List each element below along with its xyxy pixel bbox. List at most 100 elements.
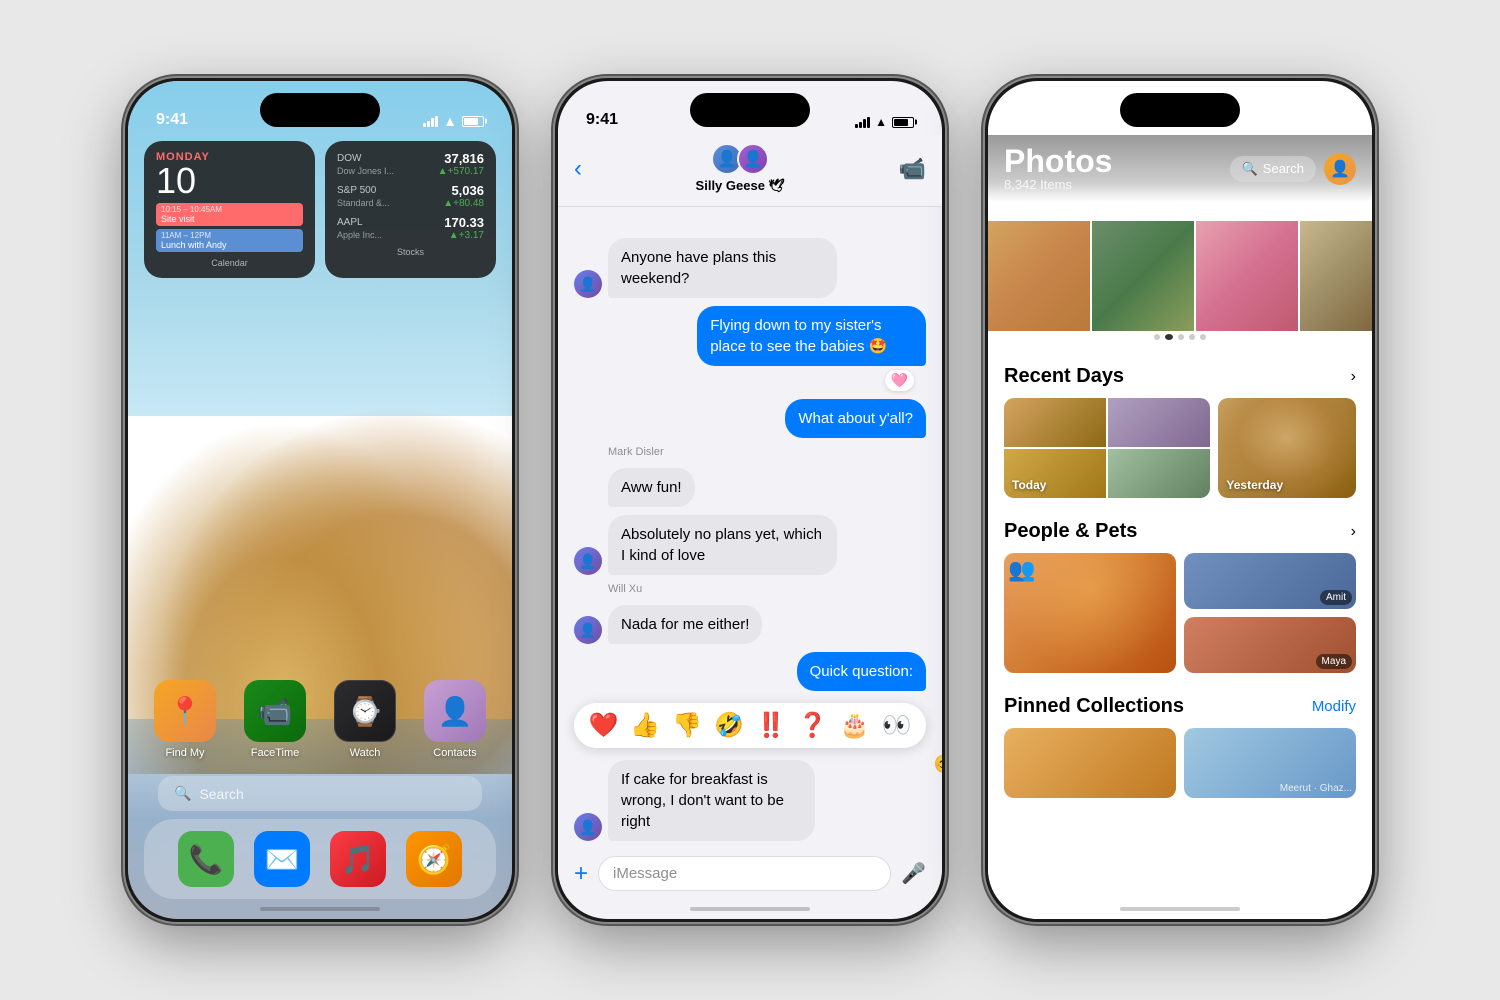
person-amit-card[interactable]: Amit (1184, 553, 1356, 609)
gallery-thumb-2 (1092, 221, 1194, 331)
mic-button[interactable]: 🎤 (901, 861, 926, 886)
add-button[interactable]: + (574, 860, 588, 888)
event2-time: 11AM – 12PM (161, 231, 298, 240)
bar2-2 (859, 122, 862, 128)
dow-name: DOW (337, 153, 361, 164)
profile-avatar[interactable]: 👤 (1324, 153, 1356, 185)
find-my-icon: 📍 (154, 680, 216, 742)
stocks-widget[interactable]: DOW 37,816 Dow Jones I... ▲+570.17 S&P 5… (325, 141, 496, 278)
pinned-card-2[interactable]: Meerut · Ghaz... (1184, 728, 1356, 798)
recent-days-arrow[interactable]: › (1351, 368, 1356, 386)
dock-music[interactable]: 🎵 (330, 831, 386, 887)
dock-phone[interactable]: 📞 (178, 831, 234, 887)
imessage-input[interactable]: iMessage (598, 856, 891, 891)
gallery-thumb-3 (1196, 221, 1298, 331)
search-bar[interactable]: 🔍 Search (158, 776, 482, 811)
bubble-2: Flying down to my sister's place to see … (697, 306, 926, 366)
battery-icon-1 (462, 116, 484, 127)
bubble-6: Nada for me either! (608, 605, 762, 644)
photos-count: 8,342 Items (1004, 177, 1112, 192)
event2-title: Lunch with Andy (161, 240, 298, 250)
emoji-eyes[interactable]: 👀 (882, 711, 912, 740)
today-img-1 (1004, 398, 1106, 447)
photos-scroll-area: Recent Days › Today (988, 351, 1372, 919)
emoji-question[interactable]: ❓ (798, 711, 828, 740)
app-facetime[interactable]: 📹 FaceTime (239, 680, 311, 759)
pinned-grid: Meerut · Ghaz... (1004, 728, 1356, 798)
messages-header: ‹ 👤 👤 Silly Geese 🕊 📹 (558, 135, 942, 207)
msg-6: 👤 Nada for me either! (574, 605, 926, 644)
people-grid: 👥 Amit Maya (1004, 553, 1356, 673)
msg-7: Quick question: (574, 652, 926, 691)
video-call-button[interactable]: 📹 (899, 156, 926, 182)
dock-mail[interactable]: ✉️ (254, 831, 310, 887)
dock-safari[interactable]: 🧭 (406, 831, 462, 887)
people-pets-header: People & Pets › (1004, 520, 1356, 543)
yesterday-card[interactable]: Yesterday (1218, 398, 1356, 498)
amit-person-name: Amit (1320, 590, 1352, 605)
sp500-name: S&P 500 (337, 185, 376, 196)
app-find-my[interactable]: 📍 Find My (149, 680, 221, 759)
dot-3[interactable] (1178, 334, 1184, 340)
bottom-dock: 📞 ✉️ 🎵 🧭 (144, 819, 496, 899)
dot-5[interactable] (1200, 334, 1206, 340)
photos-controls: 🔍 Search 👤 (1230, 153, 1356, 185)
reaction-1: 🩷 (574, 370, 914, 391)
msg-8: 👤 If cake for breakfast is wrong, I don'… (574, 760, 926, 841)
calendar-widget[interactable]: MONDAY 10 10:15 – 10:45AM Site visit 11A… (144, 141, 315, 278)
emoji-thumbsup[interactable]: 👍 (630, 711, 660, 740)
sp500-sub: Standard &... (337, 198, 390, 209)
emoji-exclamation[interactable]: ‼️ (756, 711, 786, 740)
person-maya-card[interactable]: Maya (1184, 617, 1356, 673)
person-large-card[interactable]: 👥 (1004, 553, 1176, 673)
pinned-modify[interactable]: Modify (1312, 698, 1356, 715)
gallery-thumb-1 (988, 221, 1090, 331)
pinned-card-1[interactable] (1004, 728, 1176, 798)
app-icons-row: 📍 Find My 📹 FaceTime ⌚ Watch 👤 Contacts (144, 680, 496, 759)
battery-fill-1 (464, 118, 478, 125)
photos-title-group: Photos 8,342 Items (1004, 145, 1112, 192)
bar1-3 (1285, 124, 1288, 128)
msg-1: 👤 Anyone have plans this weekend? (574, 238, 926, 298)
dot-4[interactable] (1189, 334, 1195, 340)
back-button[interactable]: ‹ (574, 155, 582, 183)
app-contacts[interactable]: 👤 Contacts (419, 680, 491, 759)
signal-bars-1 (423, 115, 438, 127)
emoji-heart[interactable]: ❤️ (588, 711, 618, 740)
yesterday-label: Yesterday (1226, 478, 1283, 492)
battery-fill-2 (894, 119, 908, 126)
facetime-icon: 📹 (244, 680, 306, 742)
emoji-thumbsdown[interactable]: 👎 (672, 711, 702, 740)
dot-1[interactable] (1154, 334, 1160, 340)
find-my-label: Find My (165, 747, 204, 759)
people-pets-arrow[interactable]: › (1351, 523, 1356, 541)
emoji-haha[interactable]: 🤣 (714, 711, 744, 740)
message-input-bar: + iMessage 🎤 (558, 848, 942, 899)
emoji-cake[interactable]: 🎂 (840, 711, 870, 740)
cal-date: 10 (156, 163, 303, 199)
gallery-thumb-4 (1300, 221, 1372, 331)
home-indicator-1 (260, 907, 380, 911)
today-card[interactable]: Today (1004, 398, 1210, 498)
sender-will: Will Xu (608, 583, 926, 595)
bar3-2 (863, 119, 866, 128)
sender-avatar-3: 👤 (574, 616, 602, 644)
aapl-name: AAPL (337, 217, 363, 228)
reaction-heart: 🩷 (885, 370, 914, 391)
search-button[interactable]: 🔍 Search (1230, 156, 1316, 182)
dot-2[interactable] (1165, 334, 1173, 340)
photos-gallery-strip (988, 221, 1372, 331)
recent-days-section: Recent Days › Today (988, 351, 1372, 506)
today-img-2 (1108, 398, 1210, 447)
photos-header-row: Photos 8,342 Items 🔍 Search 👤 (1004, 145, 1356, 192)
battery-fill-3 (1324, 119, 1338, 126)
messages-list: 👤 Anyone have plans this weekend? Flying… (558, 226, 942, 849)
bar3-3 (1293, 119, 1296, 128)
msg-4: Aww fun! (574, 468, 926, 507)
app-watch[interactable]: ⌚ Watch (329, 680, 401, 759)
dynamic-island-3 (1120, 93, 1240, 127)
sender-avatar-4: 👤 (574, 813, 602, 841)
emoji-reactions-bar[interactable]: ❤️ 👍 👎 🤣 ‼️ ❓ 🎂 👀 (574, 703, 925, 748)
people-pets-title: People & Pets (1004, 520, 1137, 543)
wifi-icon-3: ▲ (1305, 115, 1317, 129)
